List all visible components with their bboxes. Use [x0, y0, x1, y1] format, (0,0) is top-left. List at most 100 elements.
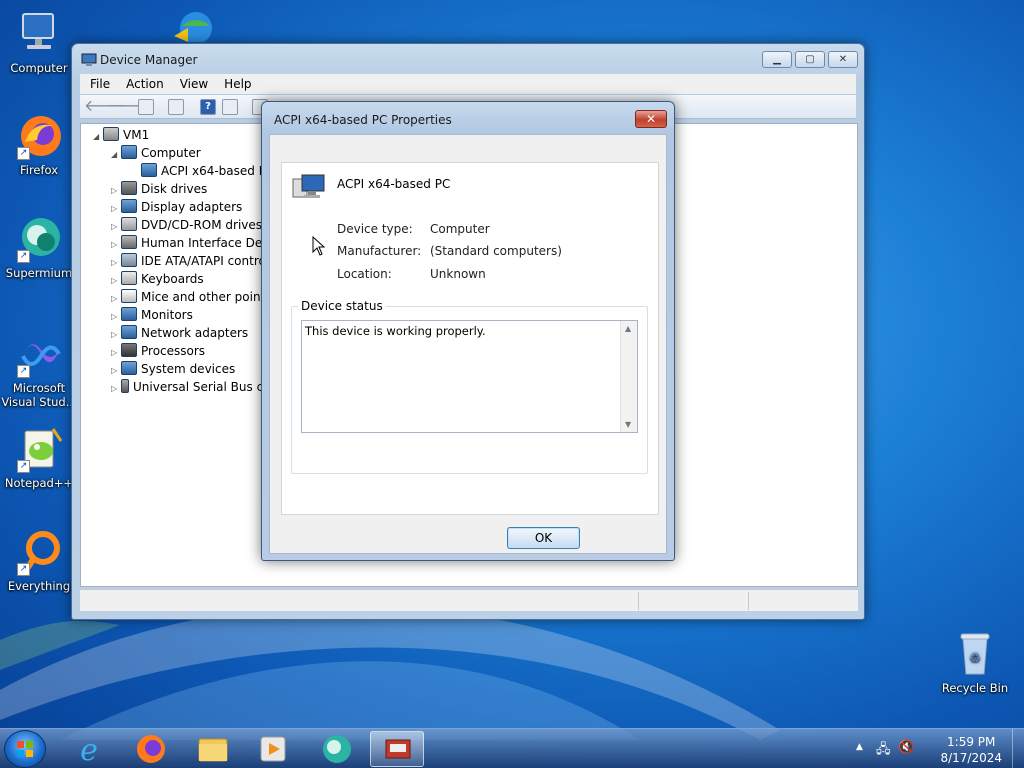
visual-studio-icon: ↗: [15, 330, 63, 378]
status-scrollbar[interactable]: ▲ ▼: [620, 321, 637, 432]
tree-item-usb[interactable]: ▷ Universal Serial Bus co: [93, 378, 279, 396]
computer-node-icon: [103, 127, 119, 141]
show-action-pane-icon[interactable]: [222, 99, 238, 115]
status-separator: [748, 592, 749, 610]
manufacturer-label: Manufacturer:: [337, 244, 422, 258]
device-tree: ◢ VM1 ◢ Computer ACPI x64-based PC ▷ Disk d…: [93, 126, 279, 396]
desktop-icon-notepad-plus-plus[interactable]: ↗ Notepad++: [1, 425, 77, 490]
menu-file[interactable]: File: [82, 74, 118, 94]
properties-icon[interactable]: [168, 99, 184, 115]
taskbar-device-manager[interactable]: [370, 731, 424, 767]
menu-bar: File Action View Help: [80, 74, 856, 94]
ide-controller-icon: [121, 253, 137, 267]
tree-item-monitors[interactable]: ▷ Monitors: [93, 306, 279, 324]
dvd-drive-icon: [121, 217, 137, 231]
computer-device-large-icon: [292, 174, 325, 198]
tree-item-acpi-pc[interactable]: ACPI x64-based PC: [93, 162, 279, 180]
tree-item-processors[interactable]: ▷ Processors: [93, 342, 279, 360]
tree-item-label: Universal Serial Bus co: [133, 380, 271, 394]
tree-item-ide[interactable]: ▷ IDE ATA/ATAPI contro: [93, 252, 279, 270]
tree-item-dvd-drives[interactable]: ▷ DVD/CD-ROM drives: [93, 216, 279, 234]
show-hide-console-tree-icon[interactable]: [138, 99, 154, 115]
ok-button[interactable]: OK: [507, 527, 580, 549]
tree-item-computer[interactable]: ◢ Computer: [93, 144, 279, 162]
taskbar-supermium[interactable]: [310, 731, 364, 767]
location-value: Unknown: [430, 267, 486, 281]
tree-root[interactable]: ◢ VM1: [93, 126, 279, 144]
show-desktop-button[interactable]: [1012, 729, 1024, 768]
properties-dialog[interactable]: ACPI x64-based PC Properties ✕ ACPI x64-…: [261, 101, 675, 561]
volume-muted-icon[interactable]: 🔇: [898, 740, 914, 755]
tree-item-disk-drives[interactable]: ▷ Disk drives: [93, 180, 279, 198]
desktop-icon-everything[interactable]: ↗ Everything: [1, 528, 77, 593]
everything-icon: ↗: [15, 528, 63, 576]
mouse-icon: [121, 289, 137, 303]
taskbar-firefox[interactable]: [124, 731, 178, 767]
taskbar-media-player[interactable]: [246, 731, 300, 767]
dialog-body: ACPI x64-based PC Device type: Computer …: [269, 134, 667, 554]
show-hidden-icons-icon[interactable]: ▲: [856, 742, 863, 752]
tree-root-label: VM1: [123, 128, 150, 142]
tree-item-network-adapters[interactable]: ▷ Network adapters: [93, 324, 279, 342]
clock[interactable]: 1:59 PM 8/17/2024: [940, 734, 1002, 766]
menu-action[interactable]: Action: [118, 74, 172, 94]
desktop-icon-visual-studio[interactable]: ↗ Microsoft Visual Stud...: [1, 330, 77, 409]
device-name: ACPI x64-based PC: [337, 177, 451, 191]
tree-item-label: Disk drives: [141, 182, 208, 196]
dialog-title: ACPI x64-based PC Properties: [274, 113, 452, 127]
taskbar-explorer[interactable]: [186, 731, 240, 767]
close-button[interactable]: ✕: [828, 51, 858, 68]
shortcut-arrow-icon: ↗: [17, 460, 30, 473]
expand-arrow-icon[interactable]: ▷: [111, 380, 121, 398]
device-status-textbox[interactable]: This device is working properly. ▲ ▼: [301, 320, 638, 433]
shortcut-arrow-icon: ↗: [17, 563, 30, 576]
desktop-icon-computer[interactable]: Computer: [1, 10, 77, 75]
taskbar-internet-explorer[interactable]: e: [62, 731, 116, 768]
media-player-icon: [260, 736, 286, 762]
scroll-down-icon[interactable]: ▼: [625, 420, 631, 429]
general-tab-panel: ACPI x64-based PC Device type: Computer …: [281, 162, 659, 515]
system-tray: ▲ 🖧 🔇 1:59 PM 8/17/2024: [854, 729, 1024, 768]
monitor-icon: [121, 307, 137, 321]
tree-item-label: System devices: [141, 362, 236, 376]
device-type-label: Device type:: [337, 222, 413, 236]
system-device-icon: [121, 361, 137, 375]
desktop-icon-label: Firefox: [19, 163, 59, 177]
clock-date: 8/17/2024: [940, 751, 1002, 765]
processor-icon: [121, 343, 137, 357]
menu-view[interactable]: View: [172, 74, 216, 94]
tree-item-hid[interactable]: ▷ Human Interface Devic: [93, 234, 279, 252]
supermium-icon: [323, 735, 351, 763]
tree-item-label: DVD/CD-ROM drives: [141, 218, 263, 232]
forward-arrow-icon[interactable]: 🡒: [106, 98, 149, 115]
disk-drive-icon: [121, 181, 137, 195]
desktop-icon-firefox[interactable]: ↗ Firefox: [1, 112, 77, 177]
tree-item-mice[interactable]: ▷ Mice and other pointin: [93, 288, 279, 306]
help-icon[interactable]: ?: [200, 99, 216, 115]
tree-item-label: Human Interface Devic: [141, 236, 280, 250]
svg-text:♻: ♻: [970, 651, 981, 665]
tree-item-display-adapters[interactable]: ▷ Display adapters: [93, 198, 279, 216]
device-status-text: This device is working properly.: [305, 324, 486, 338]
recycle-bin-icon: ♻: [951, 630, 999, 678]
desktop-icon-recycle-bin[interactable]: ♻ Recycle Bin: [937, 630, 1013, 695]
start-button[interactable]: [4, 730, 46, 768]
menu-help[interactable]: Help: [216, 74, 259, 94]
minimize-button[interactable]: ▁: [762, 51, 792, 68]
tree-item-label: Mice and other pointin: [141, 290, 277, 304]
tree-item-label: Keyboards: [141, 272, 204, 286]
internet-explorer-icon: e: [80, 733, 98, 768]
network-icon[interactable]: 🖧: [876, 740, 891, 762]
tree-item-label: Processors: [141, 344, 206, 358]
desktop-icon-internet-download[interactable]: [170, 6, 220, 44]
usb-icon: [121, 379, 129, 393]
clock-time: 1:59 PM: [947, 735, 996, 749]
device-status-title: Device status: [298, 299, 386, 313]
tree-item-system-devices[interactable]: ▷ System devices: [93, 360, 279, 378]
back-arrow-icon[interactable]: 🡐: [84, 98, 127, 115]
dialog-close-button[interactable]: ✕: [635, 110, 667, 128]
desktop-icon-supermium[interactable]: ↗ Supermium: [1, 215, 77, 280]
maximize-button[interactable]: ▢: [795, 51, 825, 68]
scroll-up-icon[interactable]: ▲: [625, 324, 631, 333]
tree-item-keyboards[interactable]: ▷ Keyboards: [93, 270, 279, 288]
